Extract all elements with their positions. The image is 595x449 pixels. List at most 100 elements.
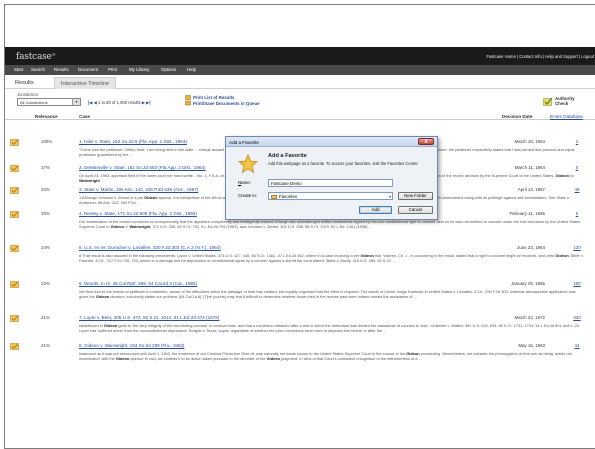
menu-results[interactable]: Results (54, 67, 69, 72)
favorite-star-icon (238, 154, 258, 174)
main-menu: Start Search Results Document Print My L… (5, 65, 595, 75)
citing-count-link[interactable]: 330 (567, 315, 587, 320)
add-favorite-dialog: Add a Favorite X Add a Favorite Add this… (225, 136, 438, 220)
citing-count-link[interactable]: 0 (567, 165, 587, 170)
decision-date: May 15, 1963 (518, 343, 545, 348)
cancel-button[interactable]: Cancel (398, 206, 433, 214)
search-term-highlight: Gideon (406, 351, 420, 356)
case-excerpt: established in Gideon goes to 'the very … (79, 323, 581, 333)
search-term-highlight: Gideon (266, 356, 281, 361)
search-term-highlight: Gideon (95, 294, 110, 299)
search-term-highlight: Gideon (110, 224, 124, 229)
search-term-highlight: Wainwright (79, 178, 100, 183)
jurisdiction-select[interactable]: All Jurisdictions ▾ (17, 98, 81, 106)
search-term-highlight: Gideon (103, 323, 118, 328)
decision-date: March 11, 1964 (514, 165, 545, 170)
jurisdiction-value: All Jurisdictions (20, 100, 48, 105)
citing-count-link[interactable]: 48 (567, 187, 587, 192)
decision-date: March 10, 1964 (514, 139, 545, 144)
chevron-down-icon[interactable]: ▾ (389, 194, 391, 199)
last-page-icon[interactable]: ▶| (146, 100, 150, 105)
relevance-score: 33% (41, 187, 50, 192)
authority-check-icon[interactable] (543, 97, 553, 106)
create-in-value: Favorites (279, 194, 298, 199)
decision-date: March 22, 1972 (514, 315, 545, 320)
menu-options[interactable]: Options (161, 67, 176, 72)
decision-date: April 14, 1967 (517, 187, 545, 192)
favorite-name-input[interactable]: Fastcase Demo (268, 179, 393, 187)
menu-print[interactable]: Print (108, 67, 117, 72)
new-folder-button[interactable]: New Folder (398, 192, 433, 200)
case-citation-link[interactable]: 6. Woods, In re, 48 Cal.Rptr. 689, 64 Ca… (79, 281, 197, 286)
col-entire-database[interactable]: Entire Database (550, 114, 583, 119)
menu-document[interactable]: Document (78, 67, 98, 72)
create-in-select[interactable]: Favorites ▾ (268, 192, 393, 200)
case-citation-link[interactable]: 4. Neeley v. State, 171 So.2d 605 (Fla. … (79, 211, 197, 216)
relevance-score: 37% (41, 165, 50, 170)
case-citation-link[interactable]: 5. U.S. ex rel. Durocher v. LaVallee, 33… (79, 245, 221, 250)
decision-date: February 11, 1965 (509, 211, 545, 216)
result-folder-icon[interactable] (10, 314, 19, 322)
case-citation-link[interactable]: 1. Hale v. State, 162 So.2d 5 (Fla. App.… (79, 139, 187, 144)
results-header: Relevance Case Decision Date Entire Data… (5, 113, 595, 120)
relevance-score: 24% (41, 245, 50, 250)
menu-help[interactable]: Help (187, 67, 196, 72)
menu-start[interactable]: Start (14, 67, 23, 72)
browser-frame: fastcase® Fastcase Home | Contact Info |… (4, 4, 595, 449)
result-folder-icon[interactable] (10, 186, 19, 194)
case-citation-link[interactable]: 2. DeMarsville v. State, 161 So.2d 553 (… (79, 165, 206, 170)
relevance-score: 100% (41, 139, 53, 144)
result-folder-icon[interactable] (10, 244, 19, 252)
result-folder-icon[interactable] (10, 210, 19, 218)
folder-icon (271, 194, 277, 199)
relevance-score: 21% (41, 343, 50, 348)
tab-interactive-timeline[interactable]: Interactive Timeline (54, 77, 116, 89)
case-excerpt: Inasmuch as it was not announced until A… (79, 351, 572, 361)
menu-search[interactable]: Search (31, 67, 45, 72)
result-folder-icon[interactable] (10, 138, 19, 146)
name-label-text: ame: (241, 180, 251, 185)
close-button[interactable]: X (418, 138, 434, 145)
case-citation-link[interactable]: 3. State v. Martin, 192 Ariz. 142, 426 P… (79, 187, 198, 192)
jurisdiction-label: Jurisdiction: (17, 92, 40, 97)
search-term-highlight: Gideon (144, 195, 158, 200)
result-folder-icon[interactable] (10, 342, 19, 350)
chevron-down-icon[interactable]: ▾ (72, 99, 80, 105)
pager: |◀ ◀ 1 to 20 of 1,000 results ▶ ▶| (88, 100, 151, 105)
result-folder-icon[interactable] (10, 280, 19, 288)
search-term-highlight: Gideon (360, 253, 374, 258)
print-links: Print List of Results Print/Save Documen… (193, 95, 260, 107)
search-term-highlight: Wainwright (129, 224, 151, 229)
search-term-highlight: Gideon (115, 356, 130, 361)
prev-page-icon[interactable]: ◀ (94, 100, 97, 105)
citing-count-link[interactable]: 44 (567, 343, 587, 348)
case-citation-link[interactable]: 8. Gideon v. Wainwright, 153 So.2d 299 (… (79, 343, 184, 348)
citing-count-link[interactable]: 2 (567, 139, 587, 144)
fastcase-logo[interactable]: fastcase® (16, 52, 56, 62)
col-decision-date[interactable]: Decision Date (502, 114, 532, 119)
name-label: Name: (238, 180, 251, 185)
citing-count-link[interactable]: 120 (567, 245, 587, 250)
result-folder-icon[interactable] (10, 164, 19, 172)
citing-count-link[interactable]: 100 (567, 281, 587, 286)
dialog-description: Add this webpage as a favorite. To acces… (268, 161, 419, 166)
logo-mark: ® (51, 52, 56, 57)
view-tabs: Results Interactive Timeline (5, 76, 595, 89)
search-term-highlight: Gideon (555, 173, 569, 178)
add-button[interactable]: Add (359, 206, 392, 214)
menu-my-library[interactable]: My Library (129, 67, 150, 72)
next-page-icon[interactable]: ▶ (142, 100, 145, 105)
dialog-heading: Add a Favorite (268, 153, 307, 159)
col-relevance[interactable]: Relevance (35, 114, 58, 119)
authority-check-button[interactable]: Authority Check (555, 96, 585, 106)
case-citation-link[interactable]: 7. Loper v. Beto, 405 U.S. 473, 92 S.Ct.… (79, 315, 219, 320)
print-icon (185, 95, 191, 106)
pager-text: 1 to 20 of 1,000 results (97, 100, 141, 105)
print-save-link[interactable]: Print/Save Documents in Queue (193, 101, 260, 107)
citing-count-link[interactable]: 0 (567, 211, 587, 216)
col-case[interactable]: Case (79, 114, 90, 119)
top-links[interactable]: Fastcase Home | Contact Info | Help and … (486, 54, 594, 59)
tab-results[interactable]: Results (15, 77, 50, 89)
first-page-icon[interactable]: |◀ (88, 100, 92, 105)
site-banner: fastcase® Fastcase Home | Contact Info |… (5, 47, 595, 65)
